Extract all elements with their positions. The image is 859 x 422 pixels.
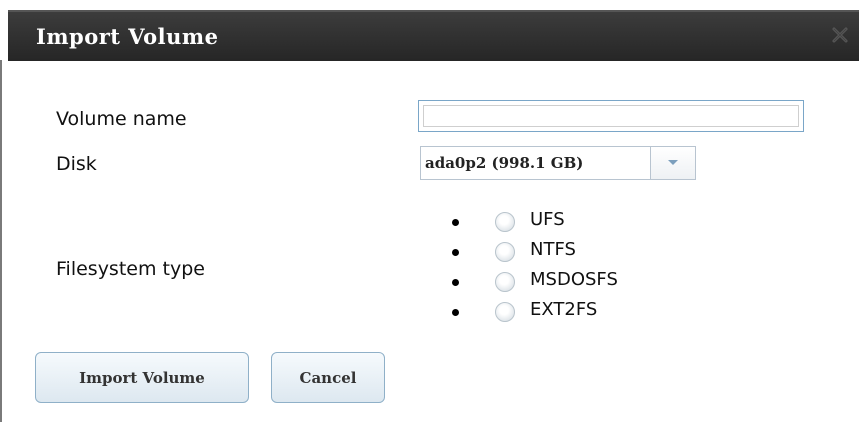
volume-name-label: Volume name [56, 108, 187, 130]
radio-label-ufs: UFS [530, 209, 565, 230]
volume-name-input[interactable] [423, 105, 799, 127]
filesystem-type-label: Filesystem type [56, 258, 205, 280]
radio-button-ufs[interactable] [495, 212, 515, 232]
cancel-button[interactable]: Cancel [271, 352, 385, 403]
bullet-icon [452, 279, 459, 286]
bullet-icon [452, 219, 459, 226]
radio-label-msdosfs: MSDOSFS [530, 269, 618, 290]
filesystem-type-radio-group: UFS NTFS MSDOSFS EXT2FS [452, 208, 712, 328]
radio-option-ext2fs[interactable]: EXT2FS [452, 298, 712, 328]
dialog-titlebar[interactable]: Import Volume [8, 10, 859, 61]
close-icon[interactable] [831, 26, 849, 44]
import-volume-button[interactable]: Import Volume [35, 352, 249, 403]
radio-label-ntfs: NTFS [530, 239, 576, 260]
dialog-left-border [0, 60, 2, 422]
disk-label: Disk [56, 153, 97, 175]
radio-button-ntfs[interactable] [495, 242, 515, 262]
bullet-icon [452, 309, 459, 316]
radio-option-ntfs[interactable]: NTFS [452, 238, 712, 268]
import-volume-dialog: Import Volume Volume name Disk ada0p2 (9… [0, 0, 859, 422]
volume-name-input-wrapper [418, 100, 804, 132]
disk-select[interactable]: ada0p2 (998.1 GB) [420, 146, 696, 180]
radio-option-ufs[interactable]: UFS [452, 208, 712, 238]
radio-button-ext2fs[interactable] [495, 302, 515, 322]
dialog-title: Import Volume [36, 24, 219, 49]
radio-button-msdosfs[interactable] [495, 272, 515, 292]
radio-option-msdosfs[interactable]: MSDOSFS [452, 268, 712, 298]
bullet-icon [452, 249, 459, 256]
radio-label-ext2fs: EXT2FS [530, 299, 598, 320]
disk-select-value: ada0p2 (998.1 GB) [421, 147, 651, 179]
chevron-down-icon[interactable] [651, 147, 695, 179]
